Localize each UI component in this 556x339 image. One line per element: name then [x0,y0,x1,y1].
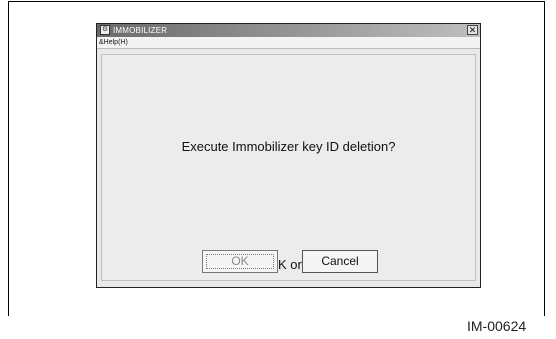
figure-id-label: IM-00624 [467,318,527,334]
dialog-content: Execute Immobilizer key ID deletion? Pre… [101,54,476,281]
deletion-question: Execute Immobilizer key ID deletion? [181,139,396,154]
app-icon: ⚙ [100,25,110,35]
instruction-text: Press OK or Cancel [231,257,346,272]
menu-bar: &Help(H) [97,37,480,49]
window-title: IMMOBILIZER [113,26,168,35]
focus-ring [206,254,274,269]
close-icon[interactable]: ✕ [467,25,478,35]
ok-button[interactable]: OK [202,250,278,273]
immobilizer-window: ⚙ IMMOBILIZER ✕ &Help(H) Execute Immobil… [96,23,481,288]
title-bar[interactable]: ⚙ IMMOBILIZER ✕ [97,24,480,37]
cancel-button[interactable]: Cancel [302,250,378,273]
menu-item-help[interactable]: &Help(H) [99,37,128,48]
